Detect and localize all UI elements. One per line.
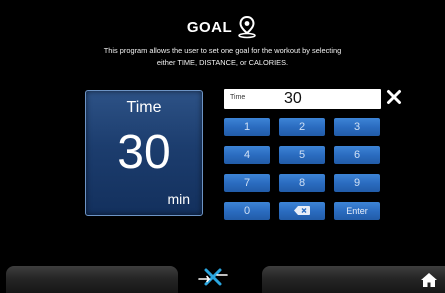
program-description: This program allows the user to set one … <box>40 45 405 69</box>
key-6[interactable]: 6 <box>334 146 380 164</box>
close-icon <box>387 90 401 104</box>
key-9[interactable]: 9 <box>334 174 380 192</box>
backspace-icon <box>294 205 310 215</box>
description-line-1: This program allows the user to set one … <box>103 46 342 55</box>
key-4[interactable]: 4 <box>224 146 270 164</box>
goal-value: 30 <box>117 126 171 179</box>
entry-field-value: 30 <box>284 90 302 107</box>
goal-entry-field[interactable]: Time 30 <box>224 89 381 109</box>
workout-x-icon[interactable] <box>198 266 228 288</box>
close-button[interactable] <box>386 89 402 105</box>
description-line-2: either TIME, DISTANCE, or CALORIES. <box>156 58 289 67</box>
goal-display-panel: Time 30 min <box>85 90 203 216</box>
location-pin-icon <box>238 15 256 39</box>
home-icon[interactable] <box>420 272 438 288</box>
key-5[interactable]: 5 <box>279 146 325 164</box>
goal-type-label: Time <box>126 99 162 116</box>
title-row: GOAL <box>0 14 445 40</box>
page-title: GOAL <box>186 18 233 36</box>
key-7[interactable]: 7 <box>224 174 270 192</box>
goal-screen: GOAL This program allows the user to set… <box>0 0 445 293</box>
key-8[interactable]: 8 <box>279 174 325 192</box>
footer-bar-right <box>262 266 445 293</box>
footer-bar-left <box>6 266 178 293</box>
key-3[interactable]: 3 <box>334 118 380 136</box>
key-2[interactable]: 2 <box>279 118 325 136</box>
backspace-button[interactable] <box>279 202 325 220</box>
key-1[interactable]: 1 <box>224 118 270 136</box>
key-0[interactable]: 0 <box>224 202 270 220</box>
entry-field-label: Time <box>230 94 246 101</box>
goal-unit: min <box>167 191 190 207</box>
enter-button[interactable]: Enter <box>334 202 380 220</box>
